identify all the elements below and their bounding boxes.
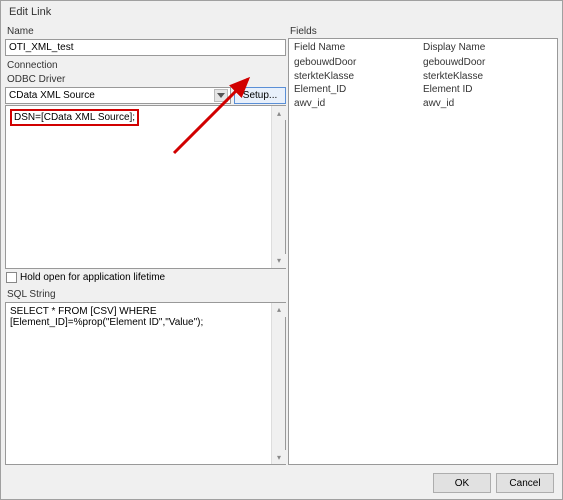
scroll-down-icon[interactable]: ▾	[272, 450, 286, 464]
cell-field-name: awv_id	[294, 97, 423, 111]
scrollbar[interactable]: ▴ ▾	[271, 303, 285, 465]
sql-string-text: SELECT * FROM [CSV] WHERE [Element_ID]=%…	[6, 303, 285, 465]
table-row[interactable]: awv_id awv_id	[294, 97, 552, 111]
hold-open-label: Hold open for application lifetime	[20, 272, 165, 283]
connection-label: Connection	[5, 60, 286, 71]
hold-open-checkbox[interactable]	[6, 272, 17, 283]
dialog-footer: OK Cancel	[1, 467, 562, 499]
edit-link-window: Edit Link Name Connection ODBC Driver CD…	[0, 0, 563, 500]
fields-listbox[interactable]: Field Name Display Name gebouwdDoor gebo…	[288, 38, 558, 465]
scrollbar[interactable]: ▴ ▾	[271, 106, 285, 268]
fields-label: Fields	[288, 26, 558, 37]
hold-open-row: Hold open for application lifetime	[5, 270, 286, 285]
setup-button[interactable]: Setup...	[234, 87, 286, 104]
scroll-up-icon[interactable]: ▴	[272, 106, 286, 120]
col-display-name: Display Name	[423, 42, 552, 53]
connection-string-box[interactable]: DSN=[CData XML Source]; ▴ ▾	[5, 105, 286, 269]
table-row[interactable]: gebouwdDoor gebouwdDoor	[294, 56, 552, 70]
cell-field-name: sterkteKlasse	[294, 70, 423, 84]
right-pane: Fields Field Name Display Name gebouwdDo…	[288, 23, 558, 465]
chevron-down-icon	[214, 89, 228, 102]
name-input[interactable]	[5, 39, 286, 56]
cell-display-name: sterkteKlasse	[423, 70, 552, 84]
window-title: Edit Link	[1, 1, 562, 23]
scroll-up-icon[interactable]: ▴	[272, 303, 286, 317]
cell-field-name: Element_ID	[294, 83, 423, 97]
fields-rows: gebouwdDoor gebouwdDoor sterkteKlasse st…	[294, 56, 552, 110]
sql-string-box[interactable]: SELECT * FROM [CSV] WHERE [Element_ID]=%…	[5, 302, 286, 466]
cell-display-name: gebouwdDoor	[423, 56, 552, 70]
col-field-name: Field Name	[294, 42, 423, 53]
odbc-driver-row: CData XML Source Setup...	[5, 87, 286, 104]
scroll-down-icon[interactable]: ▾	[272, 254, 286, 268]
left-pane: Name Connection ODBC Driver CData XML So…	[5, 23, 286, 465]
fields-header: Field Name Display Name	[294, 42, 552, 53]
table-row[interactable]: sterkteKlasse sterkteKlasse	[294, 70, 552, 84]
odbc-driver-select[interactable]: CData XML Source	[5, 87, 231, 104]
cancel-button[interactable]: Cancel	[496, 473, 554, 493]
cell-display-name: awv_id	[423, 97, 552, 111]
content-area: Name Connection ODBC Driver CData XML So…	[1, 23, 562, 467]
sql-string-label: SQL String	[5, 289, 286, 300]
connection-string-text: DSN=[CData XML Source];	[10, 109, 139, 126]
name-label: Name	[5, 26, 286, 37]
odbc-driver-label: ODBC Driver	[5, 74, 286, 85]
connection-string-content: DSN=[CData XML Source];	[6, 106, 285, 268]
cell-display-name: Element ID	[423, 83, 552, 97]
table-row[interactable]: Element_ID Element ID	[294, 83, 552, 97]
ok-button[interactable]: OK	[433, 473, 491, 493]
cell-field-name: gebouwdDoor	[294, 56, 423, 70]
odbc-driver-selected-text: CData XML Source	[9, 90, 95, 101]
